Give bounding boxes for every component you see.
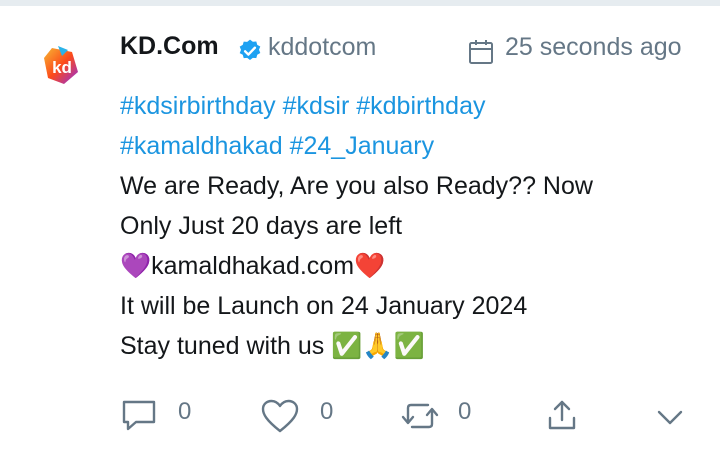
tweet-header: KD.Com kddotcom 25 seconds ago (120, 28, 700, 68)
domain-text: kamaldhakad.com (151, 252, 355, 280)
like-button[interactable]: 0 (260, 396, 340, 433)
hashtag-link[interactable]: #kdsir (283, 92, 350, 120)
emoji-group: ✅🙏✅ (331, 331, 425, 360)
like-count: 0 (320, 398, 334, 425)
tweet-text: #kdsirbirthday #kdsir #kdbirthday #kamal… (120, 86, 700, 366)
timestamp-text: 25 seconds ago (505, 33, 682, 61)
share-button[interactable] (546, 396, 586, 432)
author-handle[interactable]: kddotcom (268, 33, 376, 62)
text-line-domain: 💜kamaldhakad.com❤️ (120, 246, 700, 286)
reply-icon (122, 400, 156, 431)
text-line-final: Stay tuned with us ✅🙏✅ (120, 326, 700, 366)
chevron-down-icon (657, 410, 683, 425)
hashtag-link[interactable]: #24_January (290, 132, 435, 160)
red-heart-emoji: ❤️ (354, 251, 386, 280)
kd-logo-icon: kd (44, 46, 78, 84)
hashtag-line-2: #kamaldhakad #24_January (120, 126, 700, 166)
hashtag-line-1: #kdsirbirthday #kdsir #kdbirthday (120, 86, 700, 126)
hashtag-link[interactable]: #kamaldhakad (120, 132, 283, 160)
avatar[interactable]: kd (38, 42, 86, 90)
text-line: It will be Launch on 24 January 2024 (120, 292, 528, 320)
purple-heart-emoji: 💜 (120, 251, 152, 280)
hashtag-link[interactable]: #kdsirbirthday (120, 92, 276, 120)
share-icon (548, 400, 576, 430)
tweet-actions: 0 0 0 (118, 396, 698, 436)
hashtag-link[interactable]: #kdbirthday (356, 92, 485, 120)
svg-text:kd: kd (52, 58, 72, 77)
retweet-count: 0 (458, 398, 472, 425)
more-button[interactable] (654, 396, 690, 432)
reply-button[interactable]: 0 (118, 396, 198, 432)
reply-count: 0 (178, 398, 192, 425)
text-line: Only Just 20 days are left (120, 212, 403, 240)
verified-badge-icon (239, 39, 261, 60)
retweet-icon (401, 403, 439, 429)
text-line: We are Ready, Are you also Ready?? Now (120, 172, 593, 200)
top-divider (0, 0, 720, 6)
heart-icon (261, 399, 299, 433)
text-stay-tuned: Stay tuned with us (120, 332, 325, 360)
calendar-icon (469, 40, 493, 64)
retweet-button[interactable]: 0 (400, 396, 480, 432)
author-name[interactable]: KD.Com (120, 32, 219, 61)
